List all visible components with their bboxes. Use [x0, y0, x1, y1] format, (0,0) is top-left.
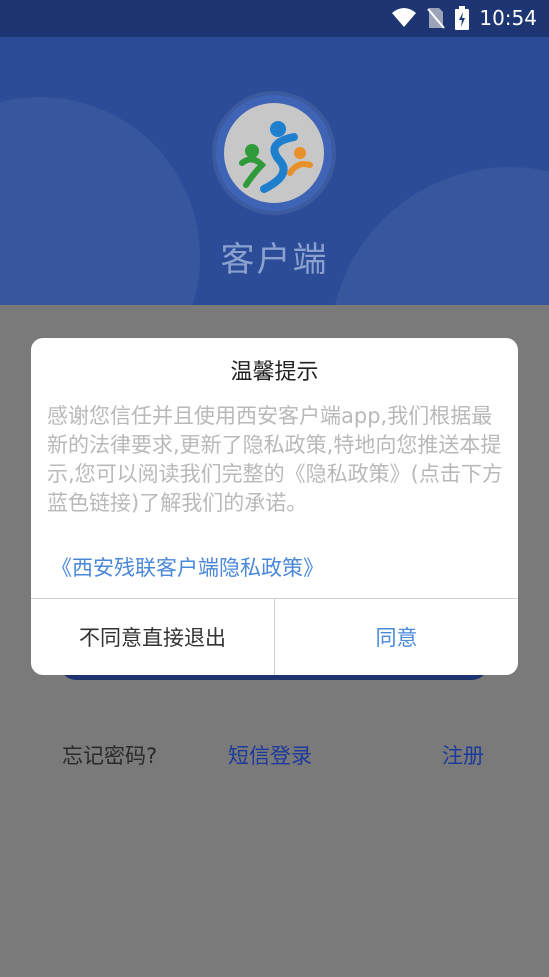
status-bar: 10:54 [0, 0, 549, 37]
privacy-dialog: 温馨提示 感谢您信任并且使用西安客户端app,我们根据最新的法律要求,更新了隐私… [31, 338, 518, 675]
dialog-body: 感谢您信任并且使用西安客户端app,我们根据最新的法律要求,更新了隐私政策,特地… [47, 404, 503, 515]
sms-login-link[interactable]: 短信登录 [228, 740, 312, 770]
status-time: 10:54 [479, 6, 537, 30]
dialog-title: 温馨提示 [230, 360, 319, 385]
agree-button[interactable]: 同意 [275, 599, 518, 675]
disagree-exit-button[interactable]: 不同意直接退出 [31, 599, 274, 675]
privacy-policy-link[interactable]: 《西安残联客户端隐私政策》 [51, 552, 324, 582]
logo-image [224, 103, 324, 203]
register-link[interactable]: 注册 [442, 740, 484, 770]
wifi-icon [392, 8, 417, 27]
battery-charging-icon [455, 6, 470, 30]
app-title: 客户端 [220, 240, 329, 280]
app-logo [216, 95, 332, 211]
status-icons: 10:54 [391, 6, 537, 30]
no-sim-icon [427, 8, 446, 29]
forgot-password-link[interactable]: 忘记密码? [62, 740, 157, 770]
people-logo-icon [239, 121, 313, 193]
